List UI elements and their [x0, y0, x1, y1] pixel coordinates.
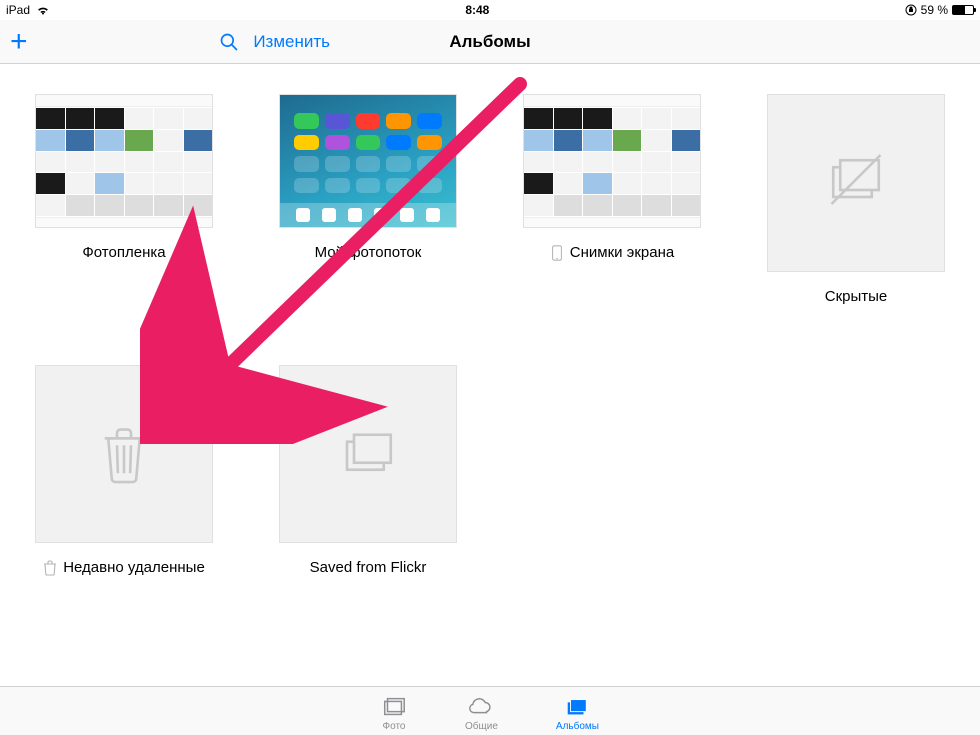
- tab-label: Общие: [465, 721, 498, 732]
- tab-label: Альбомы: [556, 721, 599, 732]
- album-label: Мой фотопоток: [315, 244, 422, 261]
- album-camera-roll[interactable]: Фотопленка: [26, 94, 222, 305]
- clock: 8:48: [50, 3, 905, 17]
- status-bar: iPad 8:48 59 %: [0, 0, 980, 20]
- device-label: iPad: [6, 3, 30, 17]
- tab-albums[interactable]: Альбомы: [556, 690, 599, 732]
- tab-photos[interactable]: Фото: [381, 690, 407, 732]
- stack-icon: [333, 419, 403, 489]
- trash-icon: [43, 560, 57, 576]
- album-recently-deleted[interactable]: Недавно удаленные: [26, 365, 222, 576]
- album-thumbnail: [767, 94, 945, 272]
- photos-tab-icon: [381, 694, 407, 720]
- nav-bar: + Альбомы Изменить: [0, 20, 980, 64]
- album-label: Фотопленка: [82, 244, 165, 261]
- tab-label: Фото: [383, 721, 406, 732]
- tab-shared[interactable]: Общие: [465, 690, 498, 732]
- hidden-icon: [821, 148, 891, 218]
- battery-pct-text: 59 %: [921, 3, 948, 17]
- album-thumbnail: [279, 365, 457, 543]
- album-label: Недавно удаленные: [63, 559, 205, 576]
- edit-button[interactable]: Изменить: [253, 32, 330, 52]
- album-thumbnail: [523, 94, 701, 228]
- albums-tab-icon: [564, 694, 590, 720]
- orientation-lock-icon: [905, 4, 917, 16]
- album-thumbnail: [35, 365, 213, 543]
- album-thumbnail: [279, 94, 457, 228]
- album-photostream[interactable]: Мой фотопоток: [270, 94, 466, 305]
- album-saved-flickr[interactable]: Saved from Flickr: [270, 365, 466, 576]
- device-icon: [550, 245, 564, 261]
- search-icon[interactable]: [219, 32, 239, 52]
- album-label: Saved from Flickr: [310, 559, 427, 576]
- trash-icon: [89, 419, 159, 489]
- album-hidden[interactable]: Скрытые: [758, 94, 954, 305]
- wifi-icon: [36, 5, 50, 15]
- add-button[interactable]: +: [10, 27, 28, 57]
- shared-tab-icon: [468, 694, 494, 720]
- albums-grid-container: Фотопленка Мой фотопоток: [0, 64, 980, 686]
- album-label: Скрытые: [825, 288, 888, 305]
- tab-bar: Фото Общие Альбомы: [0, 686, 980, 735]
- album-thumbnail: [35, 94, 213, 228]
- album-label: Снимки экрана: [570, 244, 674, 261]
- album-screenshots[interactable]: Снимки экрана: [514, 94, 710, 305]
- battery-icon: [952, 5, 974, 15]
